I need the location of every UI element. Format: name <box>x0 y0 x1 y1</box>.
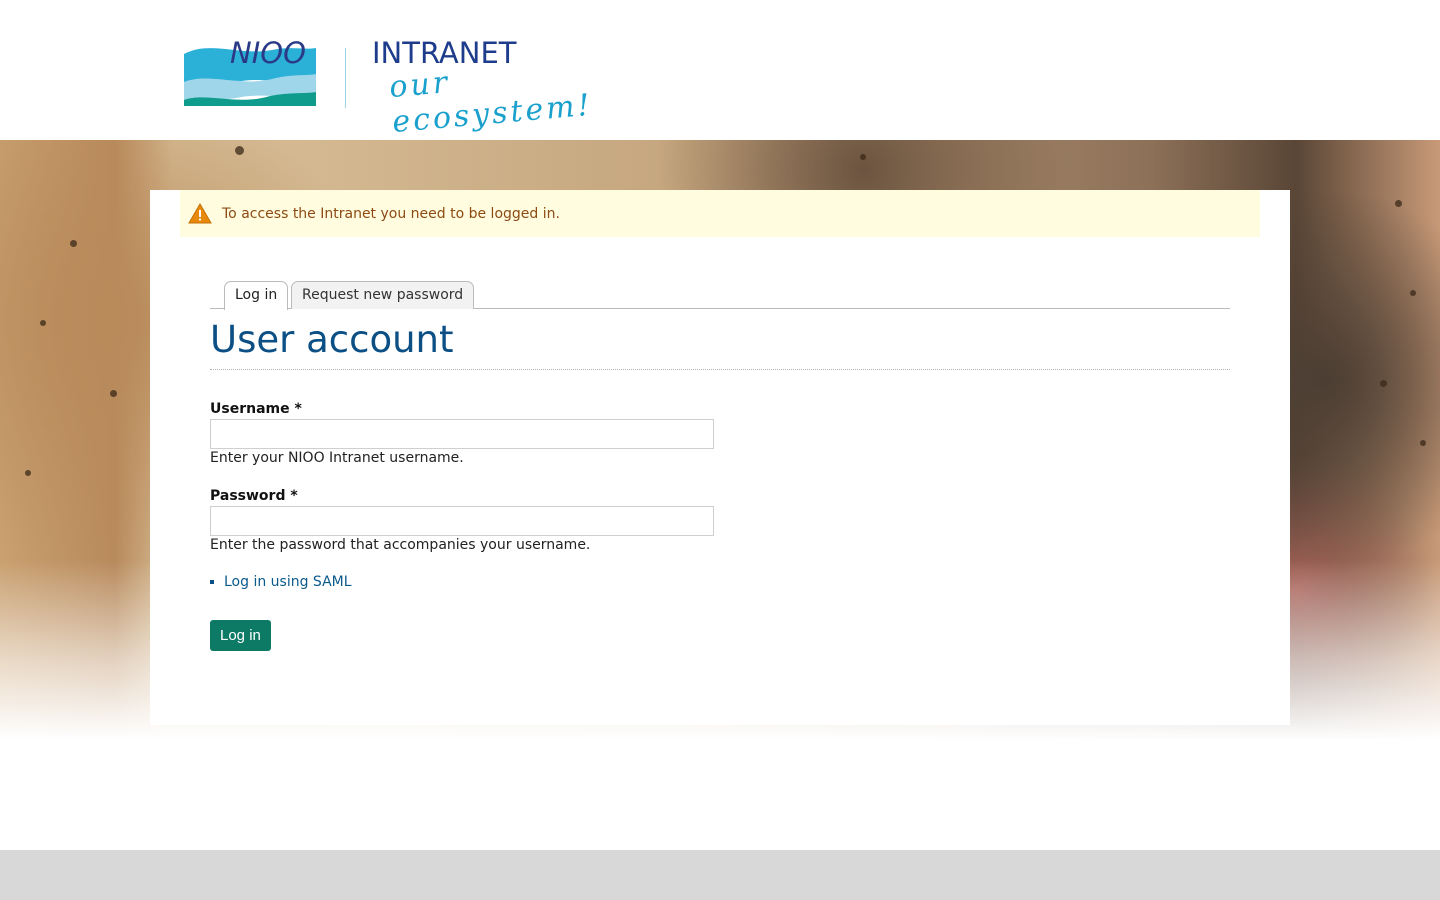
site-header: NIOO INTRANET our ecosystem! <box>0 0 1440 140</box>
username-label: Username * <box>210 401 302 417</box>
warning-icon <box>188 202 212 223</box>
decorative-hole <box>1420 440 1426 446</box>
decorative-hole <box>1410 290 1416 296</box>
page-footer <box>0 850 1440 900</box>
decorative-hole <box>70 240 77 247</box>
account-tabs: Log in Request new password <box>210 281 1230 310</box>
warning-message: To access the Intranet you need to be lo… <box>180 190 1260 237</box>
password-input[interactable] <box>210 506 714 536</box>
bullet-icon <box>210 580 214 584</box>
saml-login-link[interactable]: Log in using SAML <box>224 574 352 590</box>
decorative-hole <box>1395 200 1402 207</box>
decorative-hole <box>25 470 31 476</box>
list-item: Log in using SAML <box>210 574 352 590</box>
logo-divider <box>345 48 346 108</box>
username-description: Enter your NIOO Intranet username. <box>210 450 464 466</box>
decorative-hole <box>860 154 866 160</box>
tab-request-new-password[interactable]: Request new password <box>291 281 475 309</box>
title-divider <box>210 369 1230 370</box>
page-title: User account <box>210 318 454 361</box>
main-panel: To access the Intranet you need to be lo… <box>150 190 1290 725</box>
decorative-hole <box>235 146 244 155</box>
decorative-hole <box>40 320 46 326</box>
username-input[interactable] <box>210 419 714 449</box>
tab-log-in[interactable]: Log in <box>224 281 289 310</box>
site-logo[interactable]: NIOO INTRANET our ecosystem! <box>180 36 610 140</box>
password-label: Password * <box>210 488 298 504</box>
decorative-hole <box>1380 380 1387 387</box>
warning-message-text: To access the Intranet you need to be lo… <box>222 205 560 222</box>
logo-nioo-text: NIOO <box>230 36 306 70</box>
decorative-hole <box>110 390 117 397</box>
log-in-button[interactable]: Log in <box>210 620 271 651</box>
password-description: Enter the password that accompanies your… <box>210 537 591 553</box>
